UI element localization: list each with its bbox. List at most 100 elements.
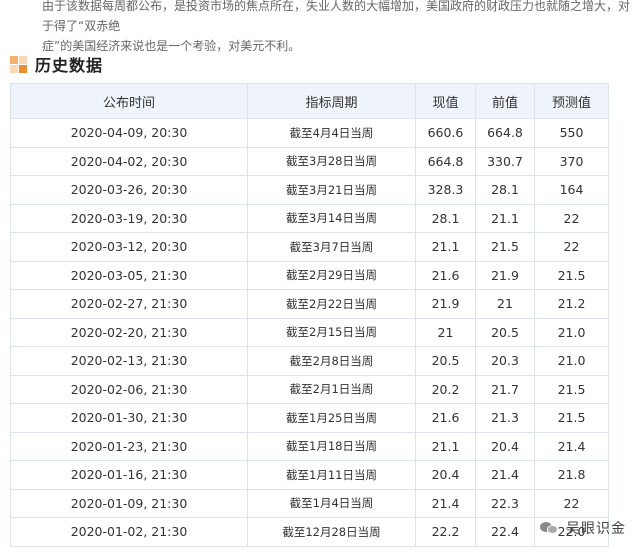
cell-period: 截至2月8日当周 bbox=[247, 346, 416, 376]
cell-period: 截至1月25日当周 bbox=[247, 403, 416, 433]
cell-actual: 22.2 bbox=[415, 517, 476, 547]
cell-forecast: 21.5 bbox=[534, 374, 609, 404]
cell-forecast: 164 bbox=[534, 175, 609, 205]
table-row: 2020-02-06, 21:30 截至2月1日当周 20.2 21.7 21.5 bbox=[10, 374, 609, 404]
cell-period: 截至1月11日当周 bbox=[247, 460, 416, 490]
header-publish-time: 公布时间 bbox=[10, 83, 248, 119]
watermark: 吴眼识金 bbox=[540, 518, 626, 538]
cell-publish-time: 2020-02-27, 21:30 bbox=[10, 289, 248, 319]
cell-actual: 21.1 bbox=[415, 431, 476, 461]
cell-actual: 20.4 bbox=[415, 460, 476, 490]
header-period: 指标周期 bbox=[247, 83, 416, 119]
cell-publish-time: 2020-01-30, 21:30 bbox=[10, 403, 248, 433]
table-row: 2020-01-02, 21:30 截至12月28日当周 22.2 22.4 22.0 bbox=[10, 517, 609, 547]
cell-actual: 21.6 bbox=[415, 403, 476, 433]
cell-publish-time: 2020-03-19, 20:30 bbox=[10, 203, 248, 233]
cell-period: 截至3月7日当周 bbox=[247, 232, 416, 262]
cell-forecast: 550 bbox=[534, 118, 609, 148]
cell-publish-time: 2020-02-13, 21:30 bbox=[10, 346, 248, 376]
cell-previous: 21.3 bbox=[475, 403, 535, 433]
table-row: 2020-01-30, 21:30 截至1月25日当周 21.6 21.3 21.5 bbox=[10, 403, 609, 433]
cell-publish-time: 2020-01-16, 21:30 bbox=[10, 460, 248, 490]
cell-previous: 21.7 bbox=[475, 374, 535, 404]
cell-actual: 21.1 bbox=[415, 232, 476, 262]
table-row: 2020-01-09, 21:30 截至1月4日当周 21.4 22.3 22 bbox=[10, 488, 609, 518]
table-row: 2020-02-13, 21:30 截至2月8日当周 20.5 20.3 21.0 bbox=[10, 346, 609, 376]
cell-forecast: 22 bbox=[534, 203, 609, 233]
cell-period: 截至2月1日当周 bbox=[247, 374, 416, 404]
cell-period: 截至2月22日当周 bbox=[247, 289, 416, 319]
table-row: 2020-02-27, 21:30 截至2月22日当周 21.9 21 21.2 bbox=[10, 289, 609, 319]
section-header: 历史数据 bbox=[10, 54, 104, 75]
history-table: 公布时间 指标周期 现值 前值 预测值 2020-04-09, 20:30 截至4月4日当… bbox=[10, 83, 609, 547]
table-body: 2020-04-09, 20:30 截至4月4日当周 660.6 664.8 550 20… bbox=[10, 118, 609, 547]
header-actual: 现值 bbox=[415, 83, 476, 119]
table-row: 2020-01-23, 21:30 截至1月18日当周 21.1 20.4 21.4 bbox=[10, 431, 609, 461]
header-forecast: 预测值 bbox=[534, 83, 609, 119]
cell-publish-time: 2020-04-09, 20:30 bbox=[10, 118, 248, 148]
table-row: 2020-04-02, 20:30 截至3月28日当周 664.8 330.7 370 bbox=[10, 146, 609, 176]
cell-period: 截至2月29日当周 bbox=[247, 260, 416, 290]
cell-actual: 21.6 bbox=[415, 260, 476, 290]
table-row: 2020-04-09, 20:30 截至4月4日当周 660.6 664.8 550 bbox=[10, 118, 609, 148]
table-row: 2020-03-26, 20:30 截至3月21日当周 328.3 28.1 164 bbox=[10, 175, 609, 205]
cell-actual: 660.6 bbox=[415, 118, 476, 148]
cell-previous: 28.1 bbox=[475, 175, 535, 205]
cell-forecast: 21.5 bbox=[534, 403, 609, 433]
cell-forecast: 370 bbox=[534, 146, 609, 176]
cell-period: 截至3月21日当周 bbox=[247, 175, 416, 205]
cell-forecast: 22 bbox=[534, 488, 609, 518]
cell-publish-time: 2020-01-09, 21:30 bbox=[10, 488, 248, 518]
header-previous: 前值 bbox=[475, 83, 535, 119]
section-title: 历史数据 bbox=[35, 56, 104, 75]
cell-previous: 21.4 bbox=[475, 460, 535, 490]
cell-forecast: 21.0 bbox=[534, 346, 609, 376]
intro-line-2: 症”的美国经济来说也是一个考验，对美元不利。 bbox=[42, 39, 301, 53]
cell-publish-time: 2020-01-02, 21:30 bbox=[10, 517, 248, 547]
cell-previous: 330.7 bbox=[475, 146, 535, 176]
intro-paragraph: 由于该数据每周都公布，是投资市场的焦点所在，失业人数的大幅增加，美国政府的财政压… bbox=[42, 0, 632, 56]
cell-forecast: 21.0 bbox=[534, 317, 609, 347]
table-row: 2020-03-05, 21:30 截至2月29日当周 21.6 21.9 21.5 bbox=[10, 260, 609, 290]
cell-publish-time: 2020-03-12, 20:30 bbox=[10, 232, 248, 262]
cell-actual: 20.5 bbox=[415, 346, 476, 376]
cell-previous: 20.4 bbox=[475, 431, 535, 461]
cell-period: 截至3月28日当周 bbox=[247, 146, 416, 176]
intro-line-1: 由于该数据每周都公布，是投资市场的焦点所在，失业人数的大幅增加，美国政府的财政压… bbox=[42, 0, 631, 33]
cell-actual: 328.3 bbox=[415, 175, 476, 205]
cell-actual: 664.8 bbox=[415, 146, 476, 176]
cell-publish-time: 2020-01-23, 21:30 bbox=[10, 431, 248, 461]
cell-previous: 21.1 bbox=[475, 203, 535, 233]
cell-publish-time: 2020-04-02, 20:30 bbox=[10, 146, 248, 176]
cell-previous: 20.3 bbox=[475, 346, 535, 376]
cell-forecast: 21.4 bbox=[534, 431, 609, 461]
table-header-row: 公布时间 指标周期 现值 前值 预测值 bbox=[10, 83, 609, 119]
cell-forecast: 21.5 bbox=[534, 260, 609, 290]
cell-actual: 21.4 bbox=[415, 488, 476, 518]
cell-previous: 20.5 bbox=[475, 317, 535, 347]
cell-publish-time: 2020-02-06, 21:30 bbox=[10, 374, 248, 404]
cell-previous: 21.9 bbox=[475, 260, 535, 290]
cell-actual: 21.9 bbox=[415, 289, 476, 319]
cell-period: 截至3月14日当周 bbox=[247, 203, 416, 233]
cell-period: 截至1月18日当周 bbox=[247, 431, 416, 461]
cell-previous: 22.4 bbox=[475, 517, 535, 547]
cell-publish-time: 2020-03-05, 21:30 bbox=[10, 260, 248, 290]
cell-previous: 664.8 bbox=[475, 118, 535, 148]
cell-period: 截至1月4日当周 bbox=[247, 488, 416, 518]
section-squares-icon bbox=[10, 55, 27, 73]
watermark-text: 吴眼识金 bbox=[566, 521, 626, 537]
cell-forecast: 21.2 bbox=[534, 289, 609, 319]
cell-actual: 28.1 bbox=[415, 203, 476, 233]
cell-publish-time: 2020-02-20, 21:30 bbox=[10, 317, 248, 347]
cell-period: 截至4月4日当周 bbox=[247, 118, 416, 148]
cell-period: 截至12月28日当周 bbox=[247, 517, 416, 547]
cell-actual: 20.2 bbox=[415, 374, 476, 404]
cell-forecast: 22 bbox=[534, 232, 609, 262]
cell-previous: 21.5 bbox=[475, 232, 535, 262]
wechat-icon bbox=[540, 520, 560, 536]
cell-publish-time: 2020-03-26, 20:30 bbox=[10, 175, 248, 205]
cell-period: 截至2月15日当周 bbox=[247, 317, 416, 347]
cell-actual: 21 bbox=[415, 317, 476, 347]
cell-forecast: 21.8 bbox=[534, 460, 609, 490]
